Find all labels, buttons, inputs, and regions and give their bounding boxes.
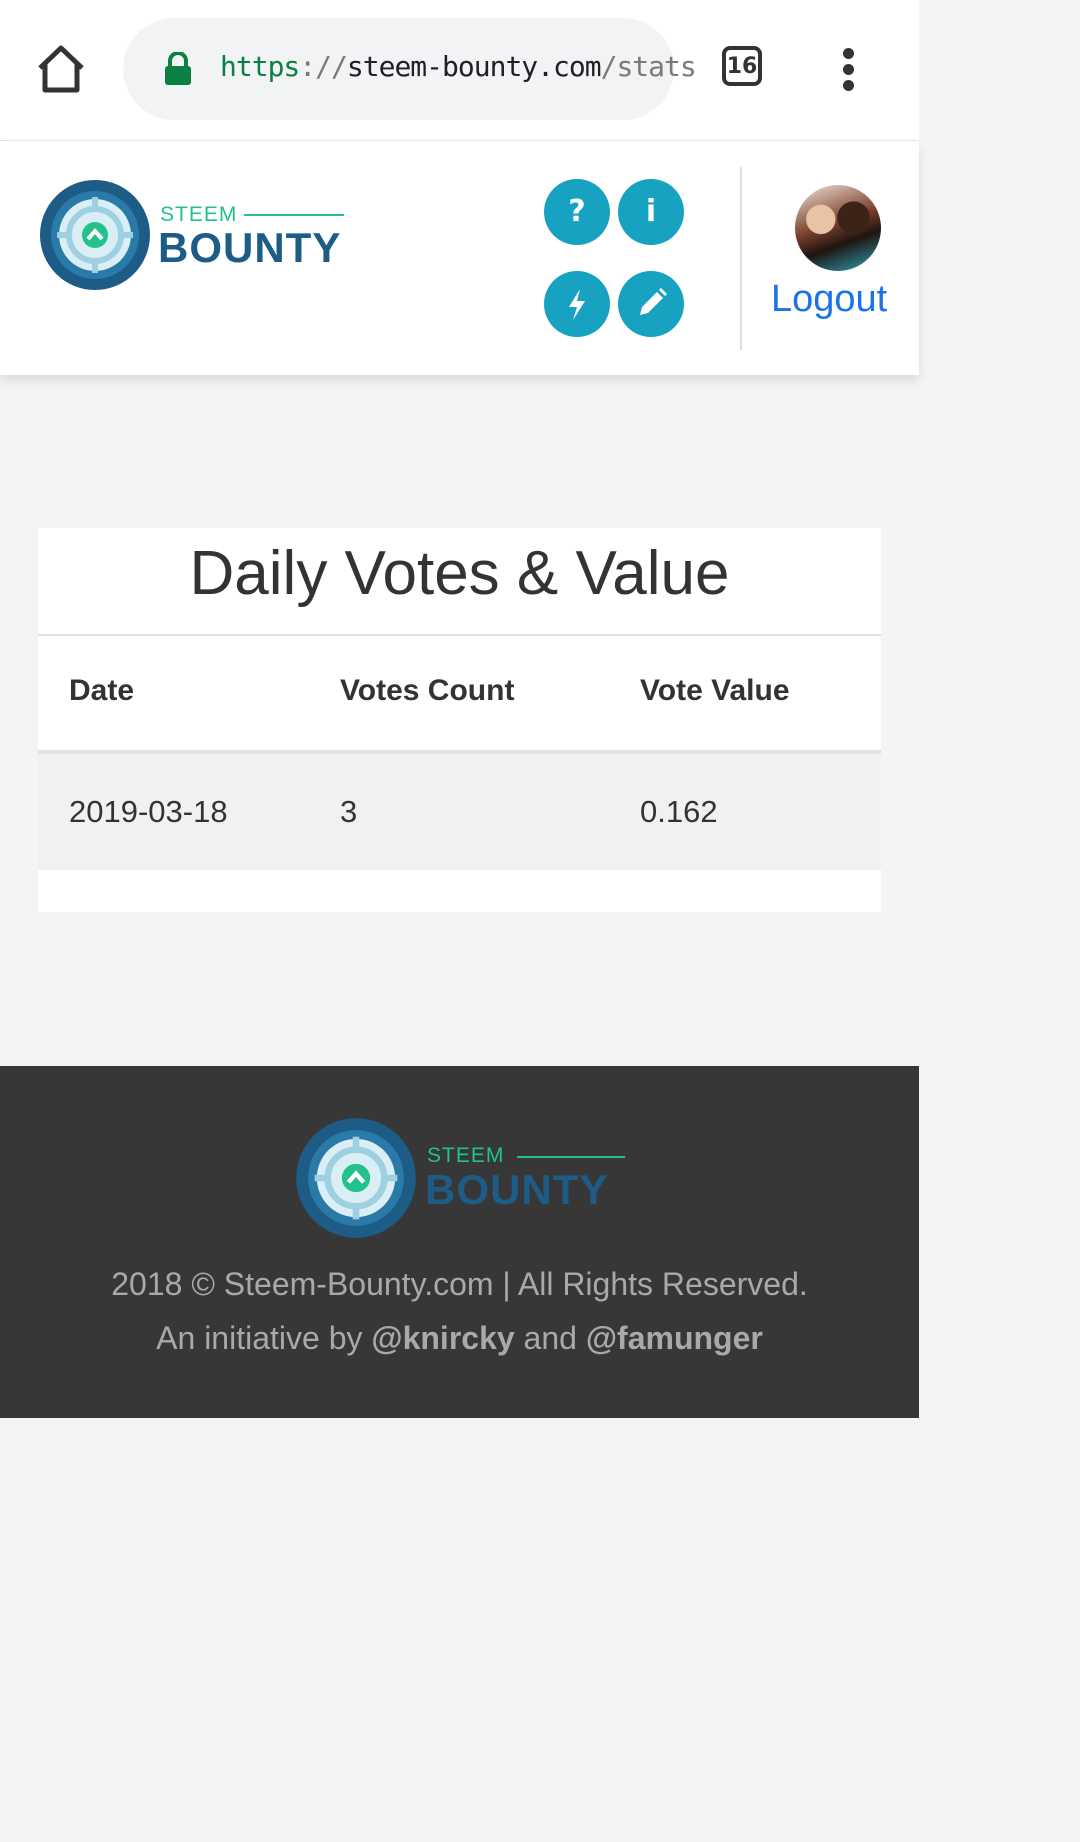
write-button[interactable] — [618, 271, 684, 337]
footer-logo-divider — [517, 1156, 625, 1158]
url-text: https://steem-bounty.com/stats — [220, 50, 697, 83]
info-icon: i — [645, 194, 657, 229]
crosshair-logo-icon — [296, 1118, 416, 1238]
steem-bounty-logo[interactable]: STEEM BOUNTY — [38, 179, 358, 291]
cell-date: 2019-03-18 — [69, 794, 228, 829]
home-icon[interactable] — [34, 42, 88, 96]
help-button[interactable]: ? — [544, 179, 610, 245]
header-divider — [740, 167, 742, 350]
cell-vote-value: 0.162 — [640, 794, 718, 829]
cell-votes-count: 3 — [340, 794, 358, 829]
lightning-icon — [569, 289, 585, 320]
site-footer: STEEM BOUNTY 2018 © Steem-Bounty.com | A… — [0, 1066, 919, 1418]
stats-button[interactable] — [544, 271, 610, 337]
question-icon: ? — [568, 194, 586, 229]
more-menu-icon[interactable] — [838, 48, 858, 92]
column-header-votes-count: Votes Count — [340, 674, 515, 707]
browser-toolbar: https://steem-bounty.com/stats 16 — [0, 0, 919, 141]
column-header-date: Date — [69, 674, 135, 707]
crosshair-logo-icon — [40, 180, 150, 290]
tab-switcher-button[interactable]: 16 — [722, 46, 762, 86]
initiative-text: An initiative by @knircky and @famunger — [156, 1320, 763, 1356]
table-header: Date Votes Count Vote Value — [38, 636, 881, 754]
site-header: STEEM BOUNTY ? i Logout — [0, 141, 919, 375]
footer-logo[interactable]: STEEM BOUNTY — [294, 1116, 634, 1240]
logo-divider — [244, 214, 344, 216]
author-link-knircky[interactable]: @knircky — [371, 1320, 514, 1356]
pencil-icon — [640, 288, 667, 315]
footer-logo-steem-text: STEEM — [427, 1144, 505, 1167]
address-bar[interactable]: https://steem-bounty.com/stats — [123, 18, 697, 120]
author-link-famunger[interactable]: @famunger — [586, 1320, 763, 1356]
logout-link[interactable]: Logout — [771, 278, 887, 321]
footer-logo-bounty-text: BOUNTY — [425, 1166, 609, 1213]
daily-votes-card: Daily Votes & Value Date Votes Count Vot… — [38, 528, 881, 912]
info-button[interactable]: i — [618, 179, 684, 245]
avatar[interactable] — [795, 185, 881, 271]
table-row: 2019-03-18 3 0.162 — [38, 754, 881, 870]
lock-icon — [165, 52, 191, 85]
page-title: Daily Votes & Value — [38, 528, 881, 636]
logo-bounty-text: BOUNTY — [158, 224, 342, 271]
column-header-vote-value: Vote Value — [640, 674, 790, 707]
copyright-text: 2018 © Steem-Bounty.com | All Rights Res… — [111, 1266, 808, 1302]
